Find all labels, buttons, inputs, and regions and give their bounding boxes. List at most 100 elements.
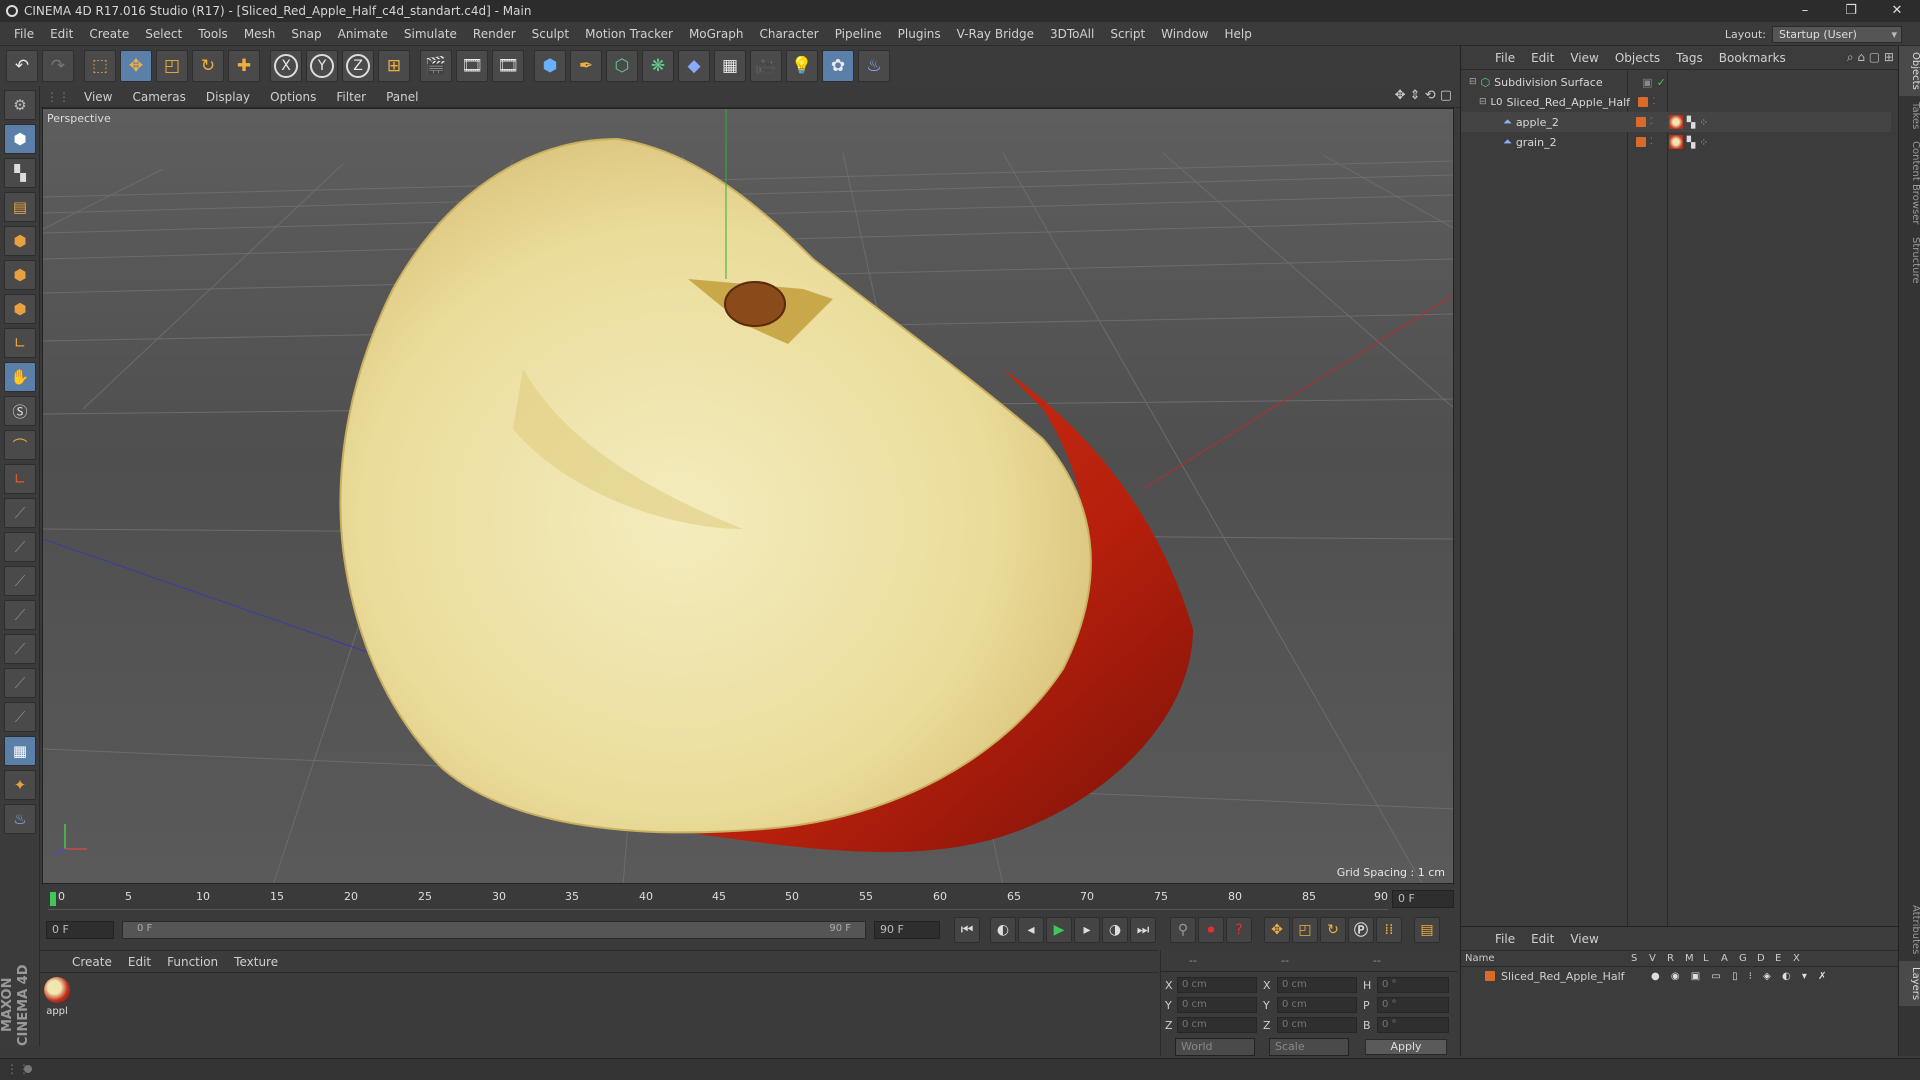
tab-takes[interactable]: Takes: [1899, 96, 1920, 135]
size-y-field[interactable]: 0 cm: [1277, 997, 1357, 1013]
sculpt-tool-1[interactable]: ⟋: [4, 498, 36, 528]
menu-file[interactable]: File: [6, 27, 42, 41]
light-button[interactable]: 💡: [786, 50, 818, 82]
scale-tool-button[interactable]: ◰: [156, 50, 188, 82]
apply-button[interactable]: Apply: [1365, 1039, 1447, 1055]
goto-end-button[interactable]: ⏭: [1130, 917, 1156, 943]
undo-button[interactable]: ↶: [6, 50, 38, 82]
move-tool-button[interactable]: ✥: [120, 50, 152, 82]
tab-content-browser[interactable]: Content Browser: [1899, 135, 1920, 230]
deformer-button[interactable]: ◆: [678, 50, 710, 82]
menu-simulate[interactable]: Simulate: [396, 27, 465, 41]
x-axis-button[interactable]: X: [270, 50, 302, 82]
collapse-icon[interactable]: ⊟: [1479, 97, 1487, 107]
viewport-nav-icons[interactable]: ✥ ⇕ ⟲ ▢: [1395, 88, 1452, 103]
position-z-field[interactable]: 0 cm: [1177, 1017, 1257, 1033]
magnet-button[interactable]: ⌒: [4, 430, 36, 460]
viewport-menu-cameras[interactable]: Cameras: [122, 90, 195, 104]
sculpt-tool-3[interactable]: ⟋: [4, 566, 36, 596]
timeline-window-button[interactable]: ▤: [1414, 917, 1440, 943]
pla-key-button[interactable]: ⁞⁞: [1376, 917, 1402, 943]
menu-window[interactable]: Window: [1153, 27, 1216, 41]
vray-tag-icon[interactable]: ⁘: [1699, 116, 1708, 129]
redo-button[interactable]: ↷: [42, 50, 74, 82]
y-axis-button[interactable]: Y: [306, 50, 338, 82]
object-menu-file[interactable]: File: [1487, 51, 1523, 65]
size-z-field[interactable]: 0 cm: [1277, 1017, 1357, 1033]
sculpt-tool-4[interactable]: ⟋: [4, 600, 36, 630]
menu-snap[interactable]: Snap: [283, 27, 329, 41]
menu-pipeline[interactable]: Pipeline: [827, 27, 890, 41]
viewport-menu-display[interactable]: Display: [196, 90, 260, 104]
rotation-h-field[interactable]: 0 °: [1377, 977, 1449, 993]
current-frame-field[interactable]: 0 F: [1392, 890, 1454, 908]
tab-objects[interactable]: Objects: [1899, 46, 1920, 96]
sculpt-tool-7[interactable]: ⟋: [4, 702, 36, 732]
grid-lock-button[interactable]: ▦: [4, 736, 36, 766]
cube-object-button[interactable]: ⬢: [534, 50, 566, 82]
sculpt-tool-2[interactable]: ⟋: [4, 532, 36, 562]
object-menu-edit[interactable]: Edit: [1523, 51, 1562, 65]
viewport-menu-view[interactable]: View: [74, 90, 122, 104]
axis-mode-button[interactable]: ∟: [4, 328, 36, 358]
play-button[interactable]: ▶: [1046, 917, 1072, 943]
object-row[interactable]: ⊟ ⬡ Subdivision Surface ▣ ✓: [1461, 72, 1891, 92]
menu-mesh[interactable]: Mesh: [236, 27, 284, 41]
camera-button[interactable]: 🎥: [750, 50, 782, 82]
object-menu-view[interactable]: View: [1562, 51, 1606, 65]
coordinate-mode-dropdown[interactable]: World: [1175, 1038, 1255, 1056]
collapse-icon[interactable]: ⊟: [1469, 77, 1477, 87]
axis-lock-button[interactable]: ∟: [4, 464, 36, 494]
object-row[interactable]: ⊟ L0 Sliced_Red_Apple_Half ⁚: [1461, 92, 1891, 112]
make-editable-button[interactable]: ⚙: [4, 90, 36, 120]
prev-key-button[interactable]: ◐: [990, 917, 1016, 943]
mograph-cloner-button[interactable]: ❋: [642, 50, 674, 82]
rotate-tool-button[interactable]: ↻: [192, 50, 224, 82]
coordinate-system-button[interactable]: ⊞: [378, 50, 410, 82]
layer-menu-edit[interactable]: Edit: [1523, 932, 1562, 946]
tab-layers[interactable]: Layers: [1899, 960, 1920, 1006]
edges-mode-button[interactable]: ⬢: [4, 260, 36, 290]
record-keys-button[interactable]: ⚲: [1170, 917, 1196, 943]
menu-motion-tracker[interactable]: Motion Tracker: [577, 27, 681, 41]
polygons-mode-button[interactable]: ⬢: [4, 294, 36, 324]
points-mode-button[interactable]: ⬢: [4, 226, 36, 256]
close-button[interactable]: ✕: [1874, 0, 1920, 22]
next-key-button[interactable]: ◑: [1102, 917, 1128, 943]
menu-animate[interactable]: Animate: [330, 27, 396, 41]
position-key-button[interactable]: ✥: [1264, 917, 1290, 943]
menu-help[interactable]: Help: [1216, 27, 1259, 41]
material-menu-texture[interactable]: Texture: [226, 955, 286, 969]
render-view-button[interactable]: 🎬: [420, 50, 452, 82]
model-mode-button[interactable]: ⬢: [4, 124, 36, 154]
snap-button[interactable]: Ⓢ: [4, 396, 36, 426]
layer-color-swatch[interactable]: [1638, 97, 1649, 107]
parameter-key-button[interactable]: Ⓟ: [1348, 917, 1374, 943]
menu-render[interactable]: Render: [465, 27, 524, 41]
menu-vray-bridge[interactable]: V-Ray Bridge: [949, 27, 1042, 41]
texture-mode-button[interactable]: ▚: [4, 158, 36, 188]
menu-mograph[interactable]: MoGraph: [681, 27, 752, 41]
playhead[interactable]: [50, 892, 56, 906]
keyframe-selection-button[interactable]: ?: [1226, 917, 1252, 943]
prev-frame-button[interactable]: ◂: [1018, 917, 1044, 943]
size-mode-dropdown[interactable]: Scale: [1269, 1038, 1349, 1056]
object-menu-objects[interactable]: Objects: [1607, 51, 1668, 65]
torch-button[interactable]: ✦: [4, 770, 36, 800]
menu-plugins[interactable]: Plugins: [890, 27, 949, 41]
object-search-icon[interactable]: ⌕ ⌂ ▢ ⊞: [1847, 50, 1894, 65]
autokey-button[interactable]: ⏺: [1198, 917, 1224, 943]
menu-tools[interactable]: Tools: [190, 27, 236, 41]
live-selection-button[interactable]: ⬚: [84, 50, 116, 82]
end-frame-field[interactable]: 90 F: [874, 921, 940, 939]
viewport-menu-panel[interactable]: Panel: [376, 90, 428, 104]
object-row[interactable]: ⏶ grain_2 ⁚ ▚ ⁘: [1461, 132, 1891, 152]
menu-select[interactable]: Select: [137, 27, 190, 41]
menu-edit[interactable]: Edit: [42, 27, 81, 41]
layer-toggle-icons[interactable]: ● ◉ ▣ ▭ ▯ ⁝ ◈ ◐ ▾ ✗: [1651, 971, 1830, 982]
size-x-field[interactable]: 0 cm: [1277, 977, 1357, 993]
timeline-ruler[interactable]: 0 5 10 15 20 25 30 35 40 45 50 55 60 65 …: [42, 888, 1454, 910]
python-button[interactable]: ♨: [858, 50, 890, 82]
material-menu-function[interactable]: Function: [159, 955, 226, 969]
render-settings-button[interactable]: 🎞: [492, 50, 524, 82]
